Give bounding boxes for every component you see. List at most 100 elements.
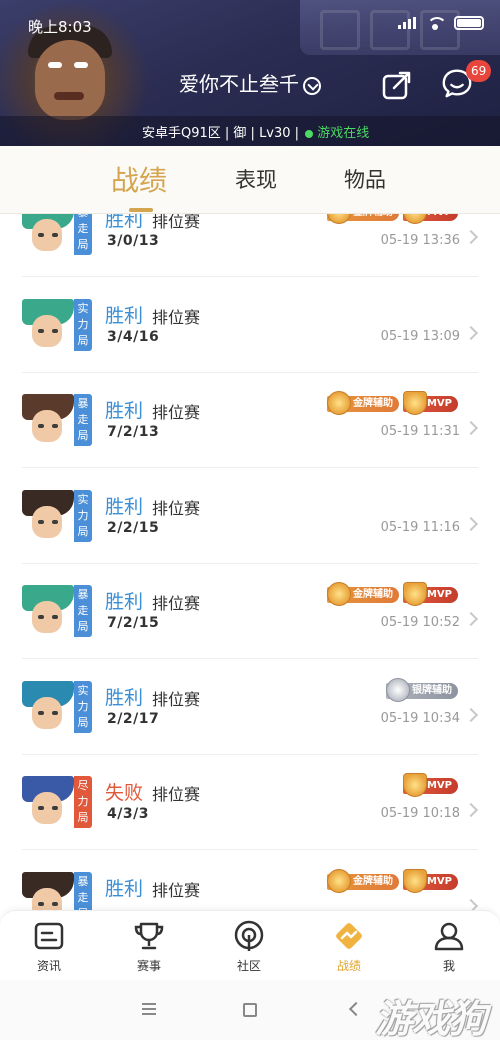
share-button[interactable] xyxy=(380,68,414,102)
honor-badges: MVP xyxy=(402,773,458,797)
match-mode-tag: 实力局 xyxy=(74,489,92,542)
match-mode-tag: 暴走局 xyxy=(74,214,92,255)
match-mode-char: 局 xyxy=(77,715,89,729)
watermark: 游戏狗 xyxy=(375,997,487,1040)
match-kda: 3/0/13 xyxy=(107,233,160,249)
gold-support-badge: 金牌辅助 xyxy=(326,582,399,606)
badge-label: MVP xyxy=(426,875,452,887)
match-row[interactable]: 尽力局失败 排位赛 4/3/3 05-19 10:18 MVP xyxy=(0,755,500,850)
badge-label: 金牌辅助 xyxy=(352,398,393,409)
nav-news-label: 资讯 xyxy=(36,959,61,973)
badge-label: 银牌辅助 xyxy=(412,684,452,696)
signal-icon xyxy=(398,17,416,29)
match-mode-char: 局 xyxy=(77,620,89,633)
match-kda: 2/2/17 xyxy=(107,710,160,727)
match-row[interactable]: 暴走局胜利 排位赛 7/2/13 05-19 11:31 金牌辅助 MVP xyxy=(0,373,500,468)
match-time: 05-19 11:31 xyxy=(380,424,460,439)
chevron-right-icon xyxy=(463,898,479,910)
record-icon xyxy=(336,923,362,949)
match-mode-char: 局 xyxy=(77,524,89,538)
match-kda: 4/3/3 xyxy=(107,806,149,822)
match-kda: 7/2/13 xyxy=(107,424,160,440)
nav-record[interactable]: 战绩 xyxy=(314,919,384,974)
silver-support-badge: 银牌辅助 xyxy=(386,677,458,702)
chevron-right-icon xyxy=(463,707,479,722)
trophy-icon xyxy=(134,922,164,950)
tab-items[interactable]: 物品 xyxy=(344,164,386,194)
profile-icon xyxy=(434,922,464,951)
match-type: 排位赛 xyxy=(152,594,201,613)
match-type: 排位赛 xyxy=(152,307,201,327)
badge-label: MVP xyxy=(426,589,452,600)
hero-avatar xyxy=(22,489,74,542)
hero-avatar xyxy=(22,298,74,351)
match-row[interactable]: 实力局胜利 排位赛 3/4/16 05-19 13:09 xyxy=(0,278,500,373)
tab-performance[interactable]: 表现 xyxy=(235,164,277,194)
nav-profile[interactable]: 我 xyxy=(414,919,484,974)
match-type: 排位赛 xyxy=(152,785,201,804)
mvp-badge: MVP xyxy=(402,773,458,797)
match-result: 失败 xyxy=(105,782,144,804)
home-button[interactable] xyxy=(238,1000,262,1020)
medal-icon xyxy=(402,773,427,797)
hero-avatar xyxy=(22,214,74,255)
badge-label: MVP xyxy=(426,398,452,409)
nav-news[interactable]: 资讯 xyxy=(14,919,84,974)
match-time: 05-19 10:52 xyxy=(380,615,460,630)
tab-record[interactable]: 战绩 xyxy=(111,159,167,199)
match-row[interactable]: 暴走局胜利 排位赛 7/2/15 05-19 10:52 金牌辅助 MVP xyxy=(0,564,500,659)
match-row[interactable]: 实力局胜利 排位赛 2/2/15 05-19 11:16 xyxy=(0,469,500,564)
player-name-dropdown[interactable]: 爱你不止叁千 xyxy=(0,68,500,97)
chevron-right-icon xyxy=(463,611,479,627)
match-time: 05-19 13:36 xyxy=(380,233,460,248)
match-result: 胜利 xyxy=(105,591,144,613)
status-icons xyxy=(398,16,484,30)
status-time: 晚上8:03 xyxy=(28,18,92,36)
match-row[interactable]: 实力局胜利 排位赛 2/2/17 05-19 10:34 银牌辅助 xyxy=(0,660,500,755)
gold-support-badge: 金牌辅助 xyxy=(326,868,399,893)
match-kda: 2/2/15 xyxy=(107,519,160,536)
badge-label: MVP xyxy=(426,780,452,791)
match-mode-char: 实 xyxy=(77,301,89,315)
match-mode-tag: 实力局 xyxy=(74,680,92,733)
profile-header: 晚上8:03 爱你不止叁千 69 安卓手Q91区 | 御 | Lv30 | 游戏… xyxy=(0,0,500,146)
match-row[interactable]: 暴走局胜利排位赛3/0/1305-19 13:36金牌辅助MVP xyxy=(0,214,500,277)
match-time: 05-19 10:18 xyxy=(380,806,460,821)
honor-badges: 金牌辅助 MVP xyxy=(326,582,458,606)
server-info: 安卓手Q91区 | 御 | Lv30 | 游戏在线 xyxy=(142,122,369,141)
match-list[interactable]: 暴走局胜利排位赛3/0/1305-19 13:36金牌辅助MVP实力局胜利排位赛… xyxy=(0,214,500,910)
tab-bar: 战绩 表现 物品 xyxy=(0,146,500,214)
chevron-right-icon xyxy=(463,229,479,245)
online-status: 游戏在线 xyxy=(317,126,370,141)
medal-icon xyxy=(326,868,351,893)
hero-avatar xyxy=(22,394,74,446)
match-result: 胜利 xyxy=(105,686,144,709)
honor-badges: 银牌辅助 xyxy=(386,677,458,702)
chevron-right-icon xyxy=(463,420,479,436)
match-mode-char: 局 xyxy=(77,333,89,347)
badge-label: 金牌辅助 xyxy=(352,875,393,887)
share-icon xyxy=(382,71,411,100)
nav-events-label: 赛事 xyxy=(136,959,161,973)
nav-community[interactable]: 社区 xyxy=(214,919,284,974)
gold-support-badge: 金牌辅助 xyxy=(326,214,399,224)
back-icon xyxy=(348,1001,364,1017)
nav-events[interactable]: 赛事 xyxy=(114,919,184,974)
menu-icon[interactable] xyxy=(137,1000,161,1020)
hero-avatar xyxy=(22,776,74,828)
match-mode-char: 尽 xyxy=(77,779,89,792)
match-type: 排位赛 xyxy=(152,689,201,709)
match-kda: 3/4/16 xyxy=(107,328,160,345)
tab-indicator xyxy=(129,208,153,212)
match-row[interactable]: 暴走局胜利排位赛 金牌辅助 MVP xyxy=(0,851,500,910)
mvp-badge: MVP xyxy=(402,868,458,893)
bottom-nav: 资讯 赛事 社区 战绩 我 xyxy=(0,910,500,980)
match-mode-char: 力 xyxy=(77,508,89,522)
chevron-right-icon xyxy=(463,802,479,818)
medal-icon xyxy=(402,582,427,606)
back-button[interactable] xyxy=(344,1000,368,1020)
match-type: 排位赛 xyxy=(152,214,201,231)
mvp-badge: MVP xyxy=(402,214,458,224)
mvp-badge: MVP xyxy=(402,391,458,415)
honor-badges: 金牌辅助 MVP xyxy=(326,868,458,893)
